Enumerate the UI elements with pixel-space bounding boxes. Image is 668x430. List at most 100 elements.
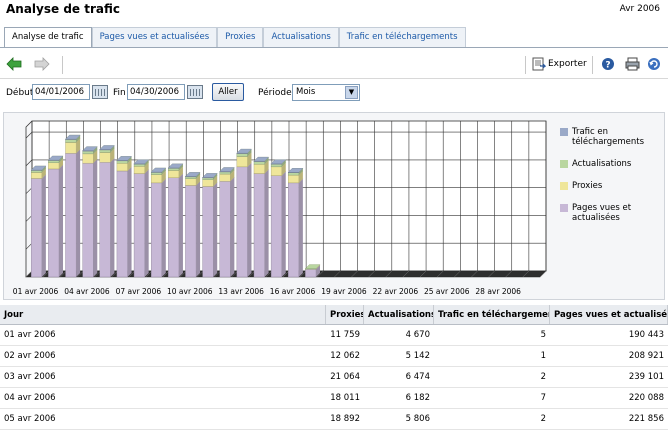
bar-segment-side <box>93 159 98 277</box>
calendar-icon[interactable] <box>187 85 203 99</box>
table-cell: 190 443 <box>628 330 664 340</box>
x-tick-label: 07 avr 2006 <box>116 287 162 296</box>
print-icon[interactable] <box>624 56 640 72</box>
x-tick-label: 22 avr 2006 <box>373 287 419 296</box>
table-cell: 2 <box>540 372 546 382</box>
column-header-jour[interactable]: Jour <box>0 305 326 324</box>
bar-segment <box>185 178 197 186</box>
bar-segment-side <box>144 169 149 277</box>
table-cell: 6 182 <box>405 393 430 403</box>
bar-segment <box>236 166 248 278</box>
period-select[interactable]: Mois ▼ <box>292 84 360 101</box>
bar-segment-side <box>264 169 269 277</box>
help-icon[interactable]: ? <box>600 56 616 72</box>
chart-legend: Trafic en téléchargements Actualisations P… <box>558 127 664 235</box>
toolbar-separator <box>592 56 593 74</box>
table-cell: 11 759 <box>330 330 360 340</box>
toolbar-divider <box>0 78 668 79</box>
bar-segment <box>305 269 317 278</box>
bar-segment <box>185 185 197 278</box>
back-arrow-icon[interactable] <box>6 56 22 72</box>
column-header-telechargements[interactable]: Trafic en téléchargements <box>434 305 550 324</box>
svg-text:?: ? <box>605 61 610 71</box>
tab-trafic-telechargements[interactable]: Trafic en téléchargements <box>338 27 466 47</box>
bar-segment <box>253 164 265 174</box>
table-cell: 7 <box>540 393 546 403</box>
column-header-proxies[interactable]: Proxies <box>326 305 364 324</box>
table-cell: 5 <box>540 330 546 340</box>
period-label: Période <box>258 88 292 98</box>
legend-swatch <box>560 128 568 136</box>
start-date-input[interactable] <box>32 84 90 100</box>
end-date-label: Fin <box>113 88 126 98</box>
grid-line <box>25 159 33 167</box>
chart-canvas: 01 avr 2006 04 avr 2006 07 avr 2006 10 avr … <box>13 120 547 296</box>
legend-item: Pages vues et actualisées <box>558 203 664 223</box>
table-cell: 02 avr 2006 <box>4 351 56 361</box>
traffic-table: Jour Proxies Actualisations Trafic en té… <box>0 305 668 430</box>
bar-segment <box>31 172 43 179</box>
tab-actualisations[interactable]: Actualisations <box>263 27 339 47</box>
end-date-input[interactable] <box>127 84 185 100</box>
bar-segment <box>150 174 163 184</box>
toolbar-separator <box>62 56 63 74</box>
export-icon[interactable] <box>531 56 547 72</box>
table-cell: 05 avr 2006 <box>4 414 56 424</box>
bar-segment <box>65 142 77 154</box>
table-cell: 18 011 <box>330 393 360 403</box>
bar-segment <box>48 168 60 278</box>
table-cell: 221 856 <box>628 414 664 424</box>
bar-segment-side <box>298 178 303 277</box>
legend-label: Trafic en téléchargements <box>572 127 645 147</box>
table-cell: 5 806 <box>405 414 430 424</box>
go-button[interactable]: Aller <box>212 83 244 101</box>
page-title: Analyse de trafic <box>6 2 120 16</box>
chevron-down-icon[interactable]: ▼ <box>345 86 358 99</box>
forward-arrow-icon[interactable] <box>34 56 50 72</box>
x-tick-label: 10 avr 2006 <box>167 287 213 296</box>
calendar-icon[interactable] <box>92 85 108 99</box>
table-row: 05 avr 2006 18 892 5 806 2 221 856 <box>0 409 668 430</box>
bar-segment <box>48 162 60 170</box>
bar-segment <box>82 153 94 164</box>
bar-segment-side <box>59 164 64 277</box>
table-row: 03 avr 2006 21 064 6 474 2 239 101 <box>0 367 668 388</box>
bar-segment <box>116 163 128 172</box>
report-date: Avr 2006 <box>619 4 660 14</box>
table-cell: 04 avr 2006 <box>4 393 56 403</box>
start-date-label: Début <box>6 88 34 98</box>
legend-label: Pages vues et actualisées <box>572 203 632 223</box>
bar-segment <box>270 166 282 176</box>
x-tick-label: 19 avr 2006 <box>321 287 367 296</box>
table-cell: 03 avr 2006 <box>4 372 56 382</box>
column-header-actualisations[interactable]: Actualisations <box>364 305 434 324</box>
table-cell: 220 088 <box>628 393 664 403</box>
bar-segment <box>133 173 145 278</box>
table-cell: 01 avr 2006 <box>4 330 56 340</box>
bar-segment-side <box>76 149 81 277</box>
x-tick-label: 13 avr 2006 <box>218 287 264 296</box>
table-cell: 4 670 <box>405 330 430 340</box>
bar-segment <box>236 156 248 168</box>
bar-segment <box>219 181 231 278</box>
tab-analyse-de-trafic[interactable]: Analyse de trafic <box>4 27 92 48</box>
bar-segment <box>116 170 128 278</box>
table-cell: 6 474 <box>405 372 430 382</box>
bar-segment-side <box>41 174 46 277</box>
toolbar-separator <box>525 56 526 74</box>
column-header-pages-vues[interactable]: Pages vues et actualisées <box>550 305 668 324</box>
x-tick-label: 25 avr 2006 <box>424 287 470 296</box>
tab-pages-vues[interactable]: Pages vues et actualisées <box>91 27 218 47</box>
tab-proxies[interactable]: Proxies <box>217 27 264 47</box>
bar-segment <box>150 182 163 278</box>
bar-segment-side <box>196 181 201 277</box>
tab-divider <box>0 47 668 48</box>
refresh-icon[interactable] <box>646 56 662 72</box>
table-cell: 239 101 <box>628 372 664 382</box>
x-tick-label: 01 avr 2006 <box>13 287 59 296</box>
grid-line <box>25 131 33 139</box>
bar-segment <box>82 162 94 278</box>
export-button[interactable]: Exporter <box>548 59 587 69</box>
bar-segment-side <box>110 158 115 277</box>
bar-segment <box>168 177 180 278</box>
